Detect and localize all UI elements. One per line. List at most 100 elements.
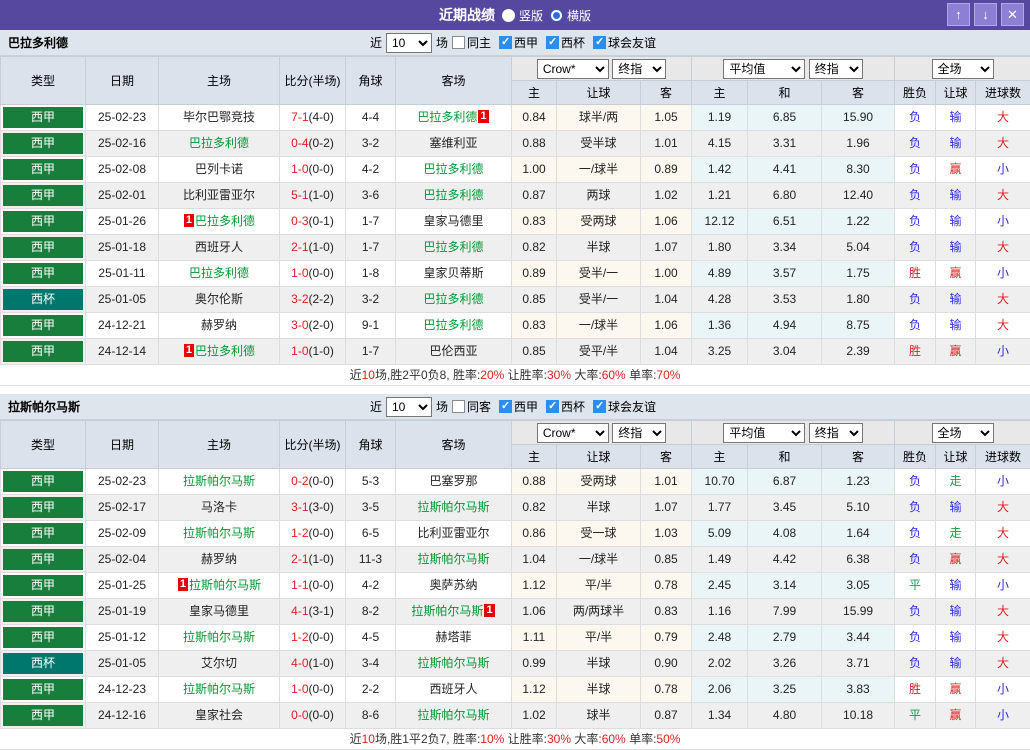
match-row: 西甲24-12-23拉斯帕尔马斯1-0(0-0)2-2西班牙人1.12半球0.7…	[1, 677, 1030, 703]
away-team-name[interactable]: 拉斯帕尔马斯	[417, 708, 489, 722]
away-team-name[interactable]: 巴拉多利德	[423, 318, 483, 332]
scroll-down-button[interactable]: ↓	[974, 3, 997, 26]
home-team-name[interactable]: 皇家马德里	[189, 604, 249, 618]
match-scope-select[interactable]: 全场	[932, 59, 994, 79]
cell-result: 负	[895, 469, 936, 495]
checkbox-friendly[interactable]: 球会友谊	[593, 34, 656, 51]
away-team-name[interactable]: 赫塔菲	[435, 630, 471, 644]
checkbox-same-venue[interactable]: 同客	[452, 398, 491, 415]
away-team-name[interactable]: 拉斯帕尔马斯	[411, 604, 483, 618]
away-team-name[interactable]: 塞维利亚	[429, 136, 477, 150]
checkbox-same-venue[interactable]: 同主	[452, 34, 491, 51]
same-venue-checkbox[interactable]	[452, 400, 465, 413]
radio-horizontal-layout[interactable]: 横版	[550, 7, 591, 24]
away-team-name[interactable]: 皇家贝蒂斯	[423, 266, 483, 280]
odds-stage-select[interactable]: 终指	[612, 423, 666, 443]
away-team-name[interactable]: 巴塞罗那	[429, 474, 477, 488]
halftime-score: (1-0)	[309, 240, 334, 254]
league-checkbox[interactable]	[499, 36, 512, 49]
home-team-name[interactable]: 巴拉多利德	[189, 266, 249, 280]
checkbox-cup[interactable]: 西杯	[546, 398, 585, 415]
cell-avg-draw: 4.80	[748, 703, 822, 729]
away-team-name[interactable]: 西班牙人	[429, 682, 477, 696]
away-team-name[interactable]: 皇家马德里	[423, 214, 483, 228]
cell-goals-result: 大	[976, 547, 1030, 573]
cell-avg-away: 1.96	[822, 131, 895, 157]
recent-count-select[interactable]: 10	[386, 33, 432, 53]
friendly-checkbox[interactable]	[593, 400, 606, 413]
match-row: 西甲25-01-18西班牙人2-1(1-0)1-7巴拉多利德0.82半球1.07…	[1, 235, 1030, 261]
home-team-name[interactable]: 巴拉多利德	[195, 344, 255, 358]
cell-avg-draw: 3.31	[748, 131, 822, 157]
result-text: 赢	[950, 682, 962, 696]
odds-company-select[interactable]: Crow*	[537, 423, 609, 443]
away-team-name[interactable]: 巴拉多利德	[423, 240, 483, 254]
home-team-name[interactable]: 拉斯帕尔马斯	[183, 526, 255, 540]
home-team-name[interactable]: 拉斯帕尔马斯	[183, 630, 255, 644]
radio-vertical-layout[interactable]: 竖版	[502, 7, 543, 24]
away-team-name[interactable]: 巴拉多利德	[423, 162, 483, 176]
home-team-name[interactable]: 西班牙人	[195, 240, 243, 254]
cell-avg-home: 2.02	[692, 651, 748, 677]
home-team-name[interactable]: 皇家社会	[195, 708, 243, 722]
away-team-name[interactable]: 巴伦西亚	[429, 344, 477, 358]
home-team-name[interactable]: 巴拉多利德	[195, 214, 255, 228]
home-team-name[interactable]: 毕尔巴鄂竞技	[183, 110, 255, 124]
home-team-name[interactable]: 拉斯帕尔马斯	[189, 578, 261, 592]
radio-checked-icon[interactable]	[550, 9, 563, 22]
away-team-name[interactable]: 巴拉多利德	[423, 292, 483, 306]
average-source-select[interactable]: 平均值	[723, 59, 805, 79]
away-team-name[interactable]: 拉斯帕尔马斯	[417, 656, 489, 670]
same-venue-checkbox[interactable]	[452, 36, 465, 49]
away-team-name[interactable]: 奥萨苏纳	[429, 578, 477, 592]
average-stage-select[interactable]: 终指	[809, 59, 863, 79]
odds-company-select[interactable]: Crow*	[537, 59, 609, 79]
home-team-name[interactable]: 拉斯帕尔马斯	[183, 474, 255, 488]
halftime-score: (0-0)	[309, 682, 334, 696]
cell-score: 2-1(1-0)	[280, 547, 346, 573]
league-checkbox[interactable]	[499, 400, 512, 413]
radio-icon[interactable]	[502, 9, 515, 22]
home-team-name[interactable]: 赫罗纳	[201, 318, 237, 332]
checkbox-league[interactable]: 西甲	[499, 398, 538, 415]
col-odds-home: 主	[512, 445, 557, 469]
cup-checkbox[interactable]	[546, 400, 559, 413]
cell-avg-draw: 3.57	[748, 261, 822, 287]
home-team-name[interactable]: 赫罗纳	[201, 552, 237, 566]
col-avg-home: 主	[692, 445, 748, 469]
home-team-name[interactable]: 拉斯帕尔马斯	[183, 682, 255, 696]
scroll-up-button[interactable]: ↑	[947, 3, 970, 26]
away-team-name[interactable]: 拉斯帕尔马斯	[417, 552, 489, 566]
home-team-name[interactable]: 巴列卡诺	[195, 162, 243, 176]
away-team-name[interactable]: 巴拉多利德	[423, 188, 483, 202]
home-team-name[interactable]: 马洛卡	[201, 500, 237, 514]
friendly-checkbox[interactable]	[593, 36, 606, 49]
cup-checkbox[interactable]	[546, 36, 559, 49]
cell-competition: 西甲	[1, 183, 86, 209]
home-team-name[interactable]: 巴拉多利德	[189, 136, 249, 150]
away-team-name[interactable]: 巴拉多利德	[417, 110, 477, 124]
checkbox-friendly[interactable]: 球会友谊	[593, 398, 656, 415]
cell-date: 25-02-09	[86, 521, 159, 547]
recent-count-select[interactable]: 10	[386, 397, 432, 417]
away-team-name[interactable]: 拉斯帕尔马斯	[417, 500, 489, 514]
away-team-name[interactable]: 比利亚雷亚尔	[417, 526, 489, 540]
checkbox-cup[interactable]: 西杯	[546, 34, 585, 51]
close-button[interactable]: ✕	[1001, 3, 1024, 26]
checkbox-league[interactable]: 西甲	[499, 34, 538, 51]
cell-handicap-away: 1.06	[641, 313, 692, 339]
match-scope-select[interactable]: 全场	[932, 423, 994, 443]
result-text: 输	[950, 110, 962, 124]
cell-handicap-away: 0.89	[641, 157, 692, 183]
recent-label: 近	[370, 398, 382, 415]
home-team-name[interactable]: 比利亚雷亚尔	[183, 188, 255, 202]
team-name: 拉斯帕尔马斯	[8, 398, 80, 415]
cell-home-team: 拉斯帕尔马斯	[159, 521, 280, 547]
home-team-name[interactable]: 奥尔伦斯	[195, 292, 243, 306]
average-source-select[interactable]: 平均值	[723, 423, 805, 443]
cell-goals-result: 小	[976, 703, 1030, 729]
average-stage-select[interactable]: 终指	[809, 423, 863, 443]
home-team-name[interactable]: 艾尔切	[201, 656, 237, 670]
cell-corners: 6-5	[346, 521, 396, 547]
odds-stage-select[interactable]: 终指	[612, 59, 666, 79]
